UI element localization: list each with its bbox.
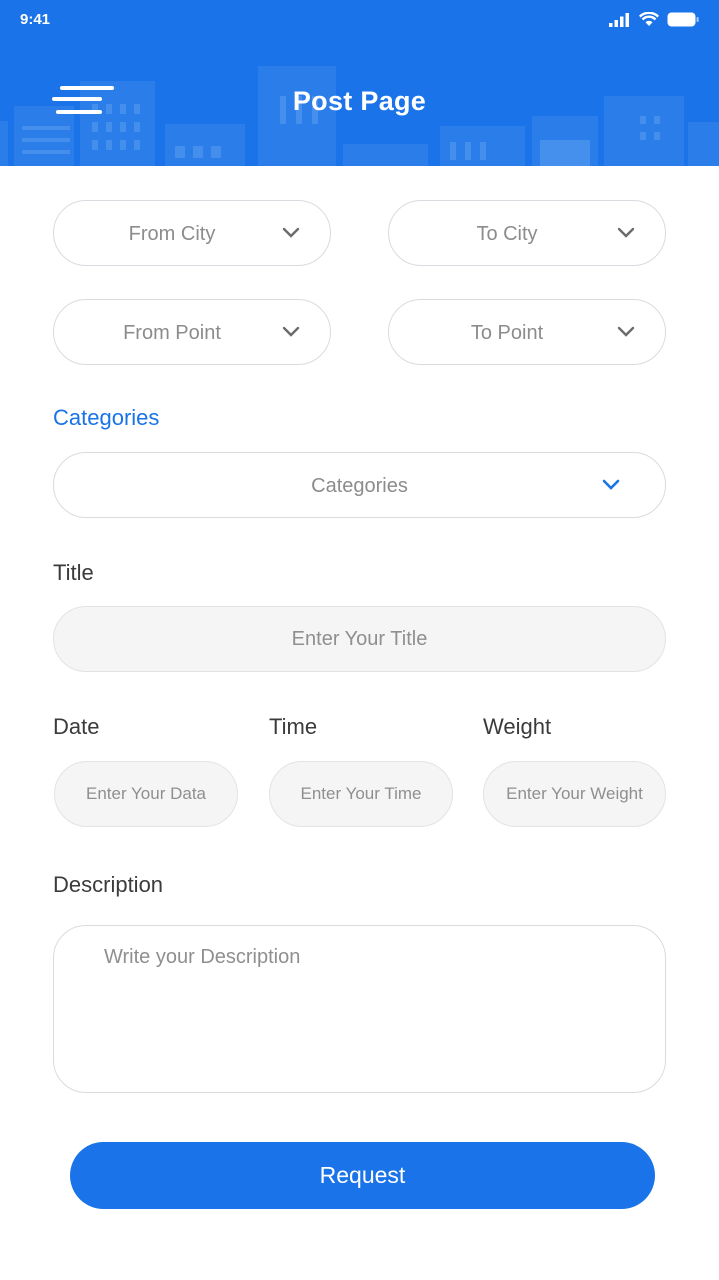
date-label: Date [53, 714, 100, 739]
battery-icon [667, 12, 699, 27]
categories-heading: Categories [53, 405, 160, 430]
time-label: Time [269, 714, 318, 739]
description-label: Description [53, 872, 164, 897]
from-city-select[interactable]: From City [53, 200, 331, 266]
weight-label: Weight [483, 714, 552, 739]
weight-input[interactable]: Enter Your Weight [483, 761, 666, 827]
time-input[interactable]: Enter Your Time [269, 761, 453, 827]
to-city-label: To City [476, 223, 538, 245]
status-time: 9:41 [20, 11, 51, 28]
status-bar: 9:41 [0, 0, 719, 40]
page-title: Post Page [292, 86, 427, 116]
status-icons [609, 12, 699, 27]
signal-icon [609, 12, 629, 27]
description-textarea[interactable]: Write your Description [53, 925, 666, 1093]
wifi-icon [639, 12, 659, 26]
chevron-down-icon [617, 227, 635, 238]
chevron-down-icon [282, 326, 300, 337]
from-city-label: From City [128, 223, 216, 245]
chevron-down-icon [617, 326, 635, 337]
to-point-label: To Point [470, 322, 544, 344]
to-point-select[interactable]: To Point [388, 299, 666, 365]
request-button[interactable]: Request [70, 1142, 655, 1209]
title-label: Title [53, 560, 94, 585]
from-point-label: From Point [123, 322, 221, 344]
to-city-select[interactable]: To City [388, 200, 666, 266]
title-input[interactable]: Enter Your Title [53, 606, 666, 672]
categories-select-label: Categories [311, 475, 408, 497]
chevron-down-icon [602, 479, 620, 490]
chevron-down-icon [282, 227, 300, 238]
categories-select[interactable]: Categories [53, 452, 666, 518]
from-point-select[interactable]: From Point [53, 299, 331, 365]
date-input[interactable]: Enter Your Data [54, 761, 238, 827]
app-header: 9:41 Post Page [0, 0, 719, 166]
